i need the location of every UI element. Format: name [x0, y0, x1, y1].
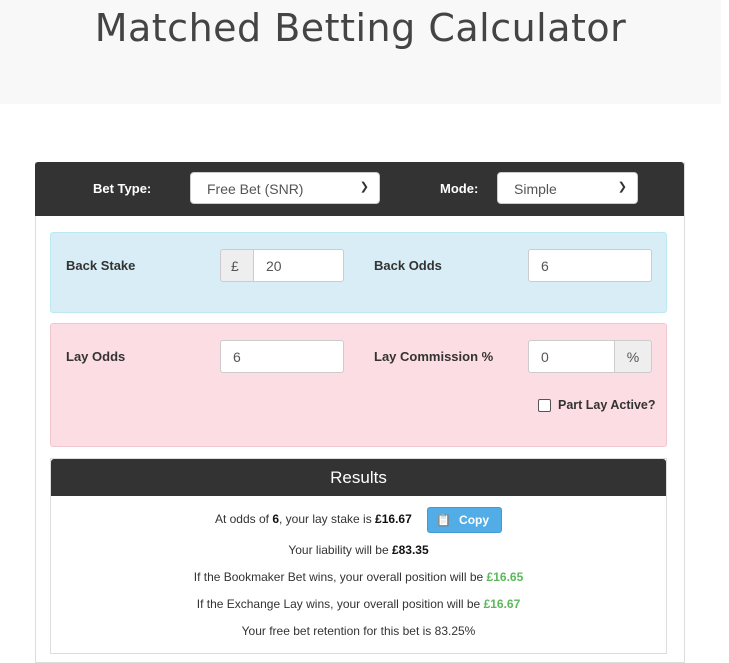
page-title: Matched Betting Calculator [94, 6, 627, 50]
bookmaker-win-line: If the Bookmaker Bet wins, your overall … [51, 570, 666, 584]
lay-panel: Lay Odds 6 Lay Commission % 0 % Part Lay… [50, 323, 667, 447]
results-panel: Results At odds of 6, your lay stake is … [50, 458, 667, 654]
liability-line: Your liability will be £83.35 [51, 543, 666, 557]
lay-odds-value: 6 [272, 512, 279, 527]
copy-label: Copy [459, 513, 490, 527]
bet-type-select[interactable]: Free Bet (SNR) ❯ [190, 172, 380, 204]
lay-odds-input[interactable]: 6 [220, 340, 344, 373]
text: At odds of [214, 512, 273, 527]
results-title: Results [51, 459, 666, 496]
bet-type-label: Bet Type: [93, 181, 152, 196]
lay-commission-input[interactable]: 0 [528, 340, 615, 373]
percent-addon: % [614, 340, 652, 373]
controls-bar: Bet Type: Free Bet (SNR) ❯ Mode: Simple ❯ [35, 162, 684, 216]
text: If the Exchange Lay wins, your overall p… [196, 597, 484, 611]
lay-win-line: If the Exchange Lay wins, your overall p… [51, 597, 666, 611]
bookmaker-win-value: £16.65 [486, 570, 524, 584]
back-odds-label: Back Odds [374, 258, 442, 273]
back-odds-input[interactable]: 6 [528, 249, 652, 282]
lay-commission-label: Lay Commission % [374, 349, 494, 364]
chevron-down-icon: ❯ [617, 181, 627, 193]
chevron-down-icon: ❯ [359, 181, 369, 193]
retention-line: Your free bet retention for this bet is … [51, 624, 666, 638]
mode-select[interactable]: Simple ❯ [497, 172, 638, 204]
clipboard-icon: 📋 [436, 513, 452, 527]
mode-label: Mode: [440, 181, 479, 196]
back-stake-label: Back Stake [66, 258, 136, 273]
mode-value: Simple [514, 181, 557, 197]
back-stake-input[interactable]: 20 [253, 249, 344, 282]
lay-win-value: £16.67 [483, 597, 521, 611]
back-panel: Back Stake £ 20 Back Odds 6 [50, 232, 667, 313]
part-lay-checkbox[interactable] [538, 399, 551, 412]
currency-addon: £ [220, 249, 254, 282]
lay-odds-label: Lay Odds [66, 349, 126, 364]
bet-type-value: Free Bet (SNR) [207, 181, 304, 197]
liability-value: £83.35 [391, 543, 429, 557]
text: If the Bookmaker Bet wins, your overall … [193, 570, 487, 584]
text: Your liability will be [288, 543, 392, 557]
copy-button[interactable]: 📋 Copy [427, 507, 503, 533]
text: , your lay stake is [279, 512, 376, 527]
page-header: Matched Betting Calculator [0, 0, 721, 104]
lay-stake-line: At odds of 6, your lay stake is £16.67 📋… [51, 507, 666, 533]
text: Your free bet retention for this bet is [241, 624, 435, 638]
retention-value: 83.25% [434, 624, 476, 638]
part-lay-label[interactable]: Part Lay Active? [558, 398, 656, 412]
lay-stake-value: £16.67 [375, 512, 412, 527]
